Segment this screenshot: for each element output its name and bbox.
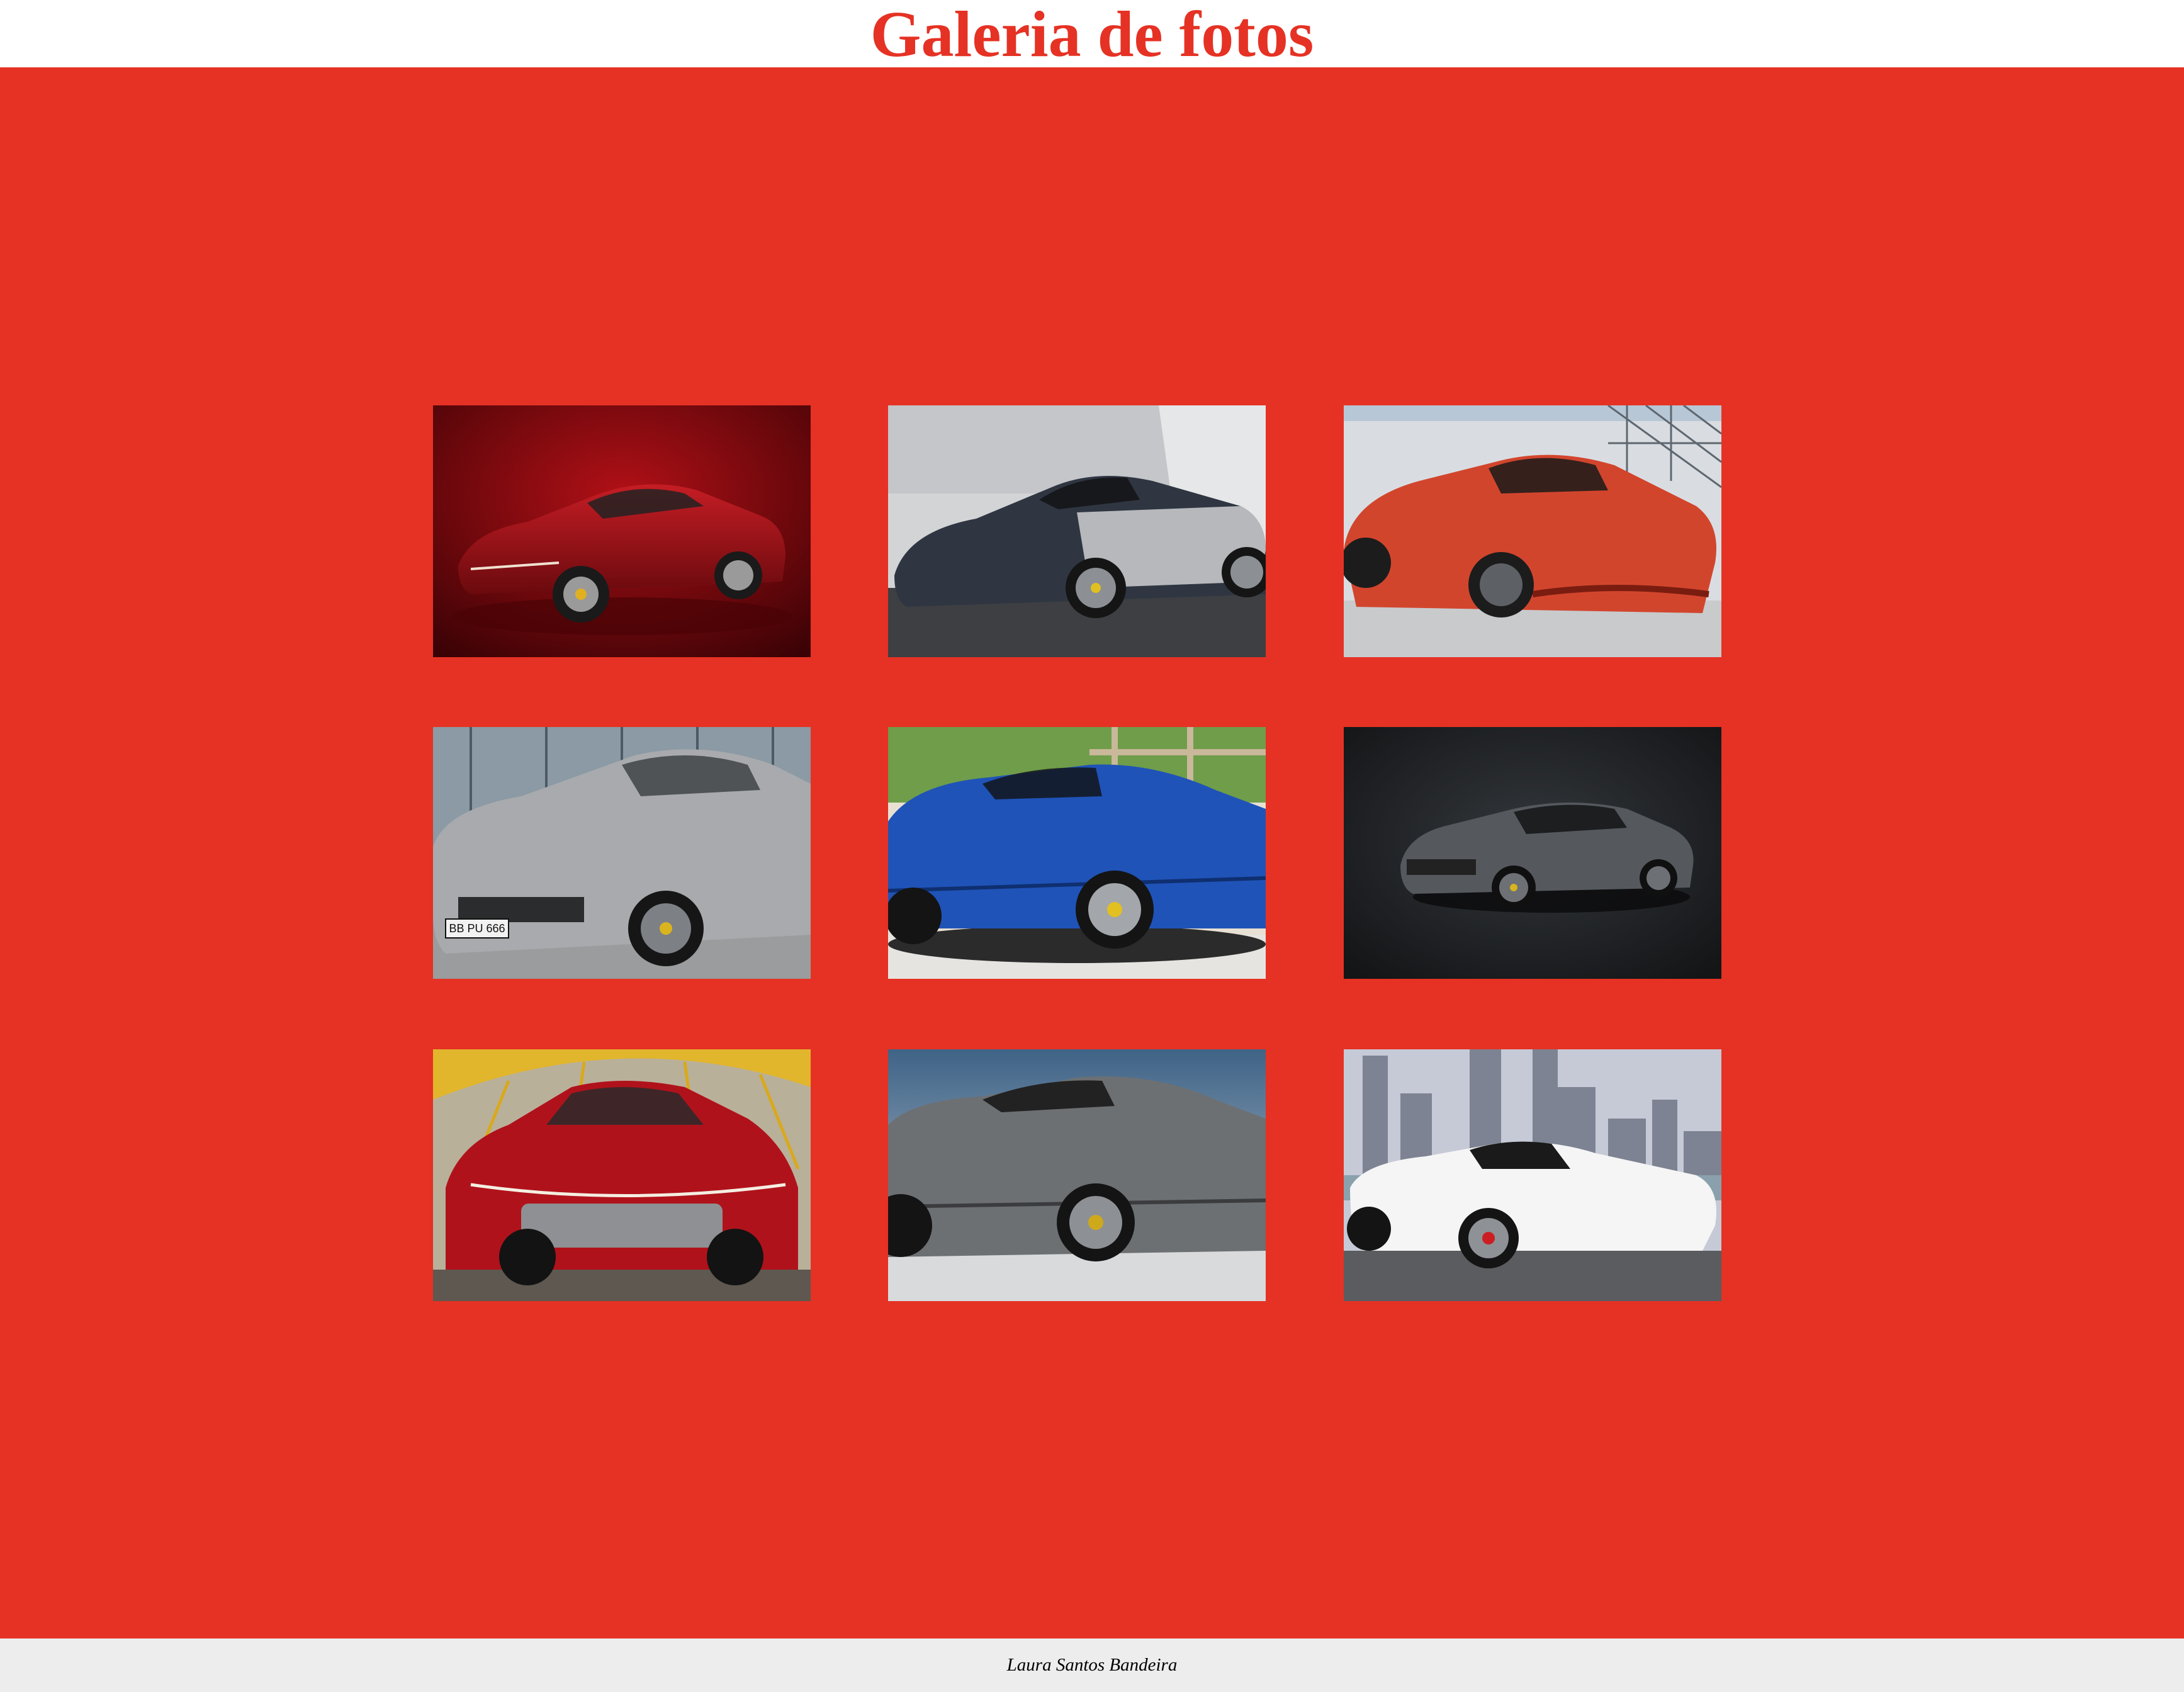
- gallery-photo-5[interactable]: [888, 727, 1266, 979]
- footer: Laura Santos Bandeira: [0, 1638, 2184, 1692]
- header: Galeria de fotos: [0, 0, 2184, 67]
- gallery: BB PU 666: [0, 67, 2184, 1638]
- photo-red-suv: [433, 1049, 811, 1301]
- page-title: Galeria de fotos: [870, 0, 1314, 70]
- footer-author: Laura Santos Bandeira: [1006, 1655, 1178, 1675]
- gallery-photo-9[interactable]: [1344, 1049, 1721, 1301]
- photo-silver-suv: BB PU 666: [433, 727, 811, 979]
- svg-text:BB PU 666: BB PU 666: [449, 922, 505, 935]
- photo-grey-gt: [888, 1049, 1266, 1301]
- page: Galeria de fotos BB PU 666 Laura Santos …: [0, 0, 2184, 1692]
- photo-red-coupe: [433, 405, 811, 657]
- photo-orange-hypercar: [1344, 405, 1721, 657]
- gallery-photo-3[interactable]: [1344, 405, 1721, 657]
- gallery-photo-1[interactable]: [433, 405, 811, 657]
- photo-white-sports-car: [1344, 1049, 1721, 1301]
- photo-grey-spider: [888, 405, 1266, 657]
- photo-dark-suv: [1344, 727, 1721, 979]
- gallery-photo-7[interactable]: [433, 1049, 811, 1301]
- gallery-photo-2[interactable]: [888, 405, 1266, 657]
- gallery-photo-4[interactable]: BB PU 666: [433, 727, 811, 979]
- gallery-photo-6[interactable]: [1344, 727, 1721, 979]
- gallery-photo-8[interactable]: [888, 1049, 1266, 1301]
- photo-blue-gt: [888, 727, 1266, 979]
